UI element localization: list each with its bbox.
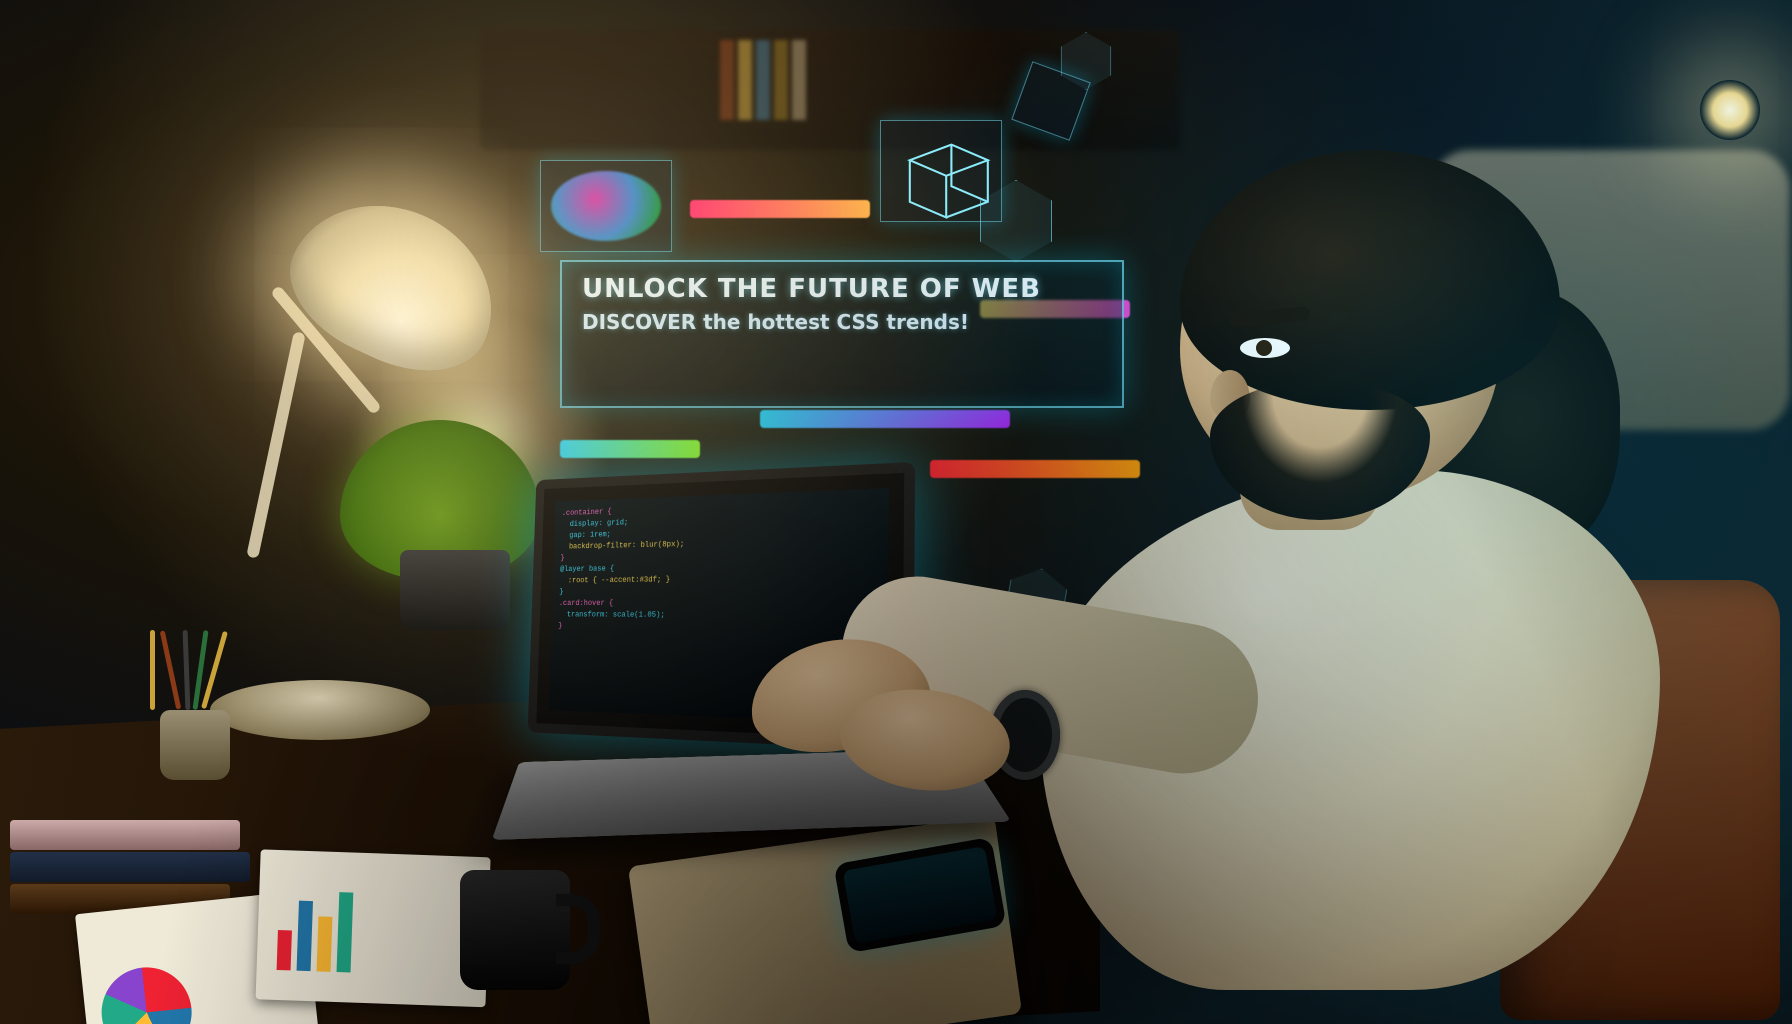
- lighting-vignette: [0, 0, 1792, 1024]
- illustration-scene: .container { display: grid; gap: 1rem; b…: [0, 0, 1792, 1024]
